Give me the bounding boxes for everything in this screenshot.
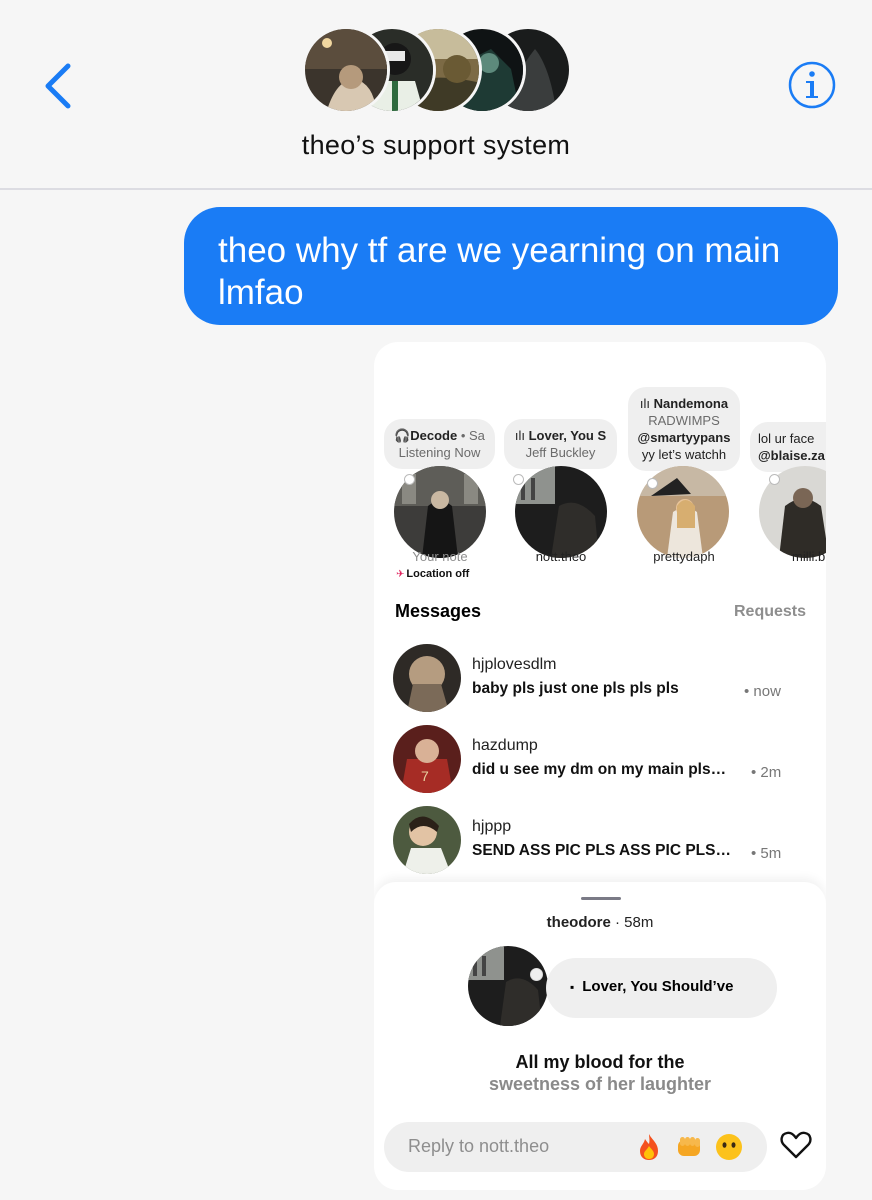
note-bubble: ılı Nandemona RADWIMPS @smartyypans yy l… [628,387,740,471]
reply-placeholder: Reply to nott.theo [408,1136,550,1156]
chevron-left-icon[interactable] [38,60,78,112]
thread-preview: did u see my dm on my main pls… [472,761,727,778]
no-mouth-emoji[interactable] [714,1132,744,1162]
avatar [393,644,461,712]
story-avatar[interactable] [515,466,607,558]
thread-time: • 5m [751,845,782,862]
note-artist: RADWIMPS [648,413,720,428]
sheet-grabber[interactable] [581,897,621,900]
note-artist: Jeff Buckley [525,445,596,460]
waveform-icon: ılı [514,428,529,443]
group-avatars[interactable] [302,26,572,114]
sent-message-bubble[interactable]: theo why tf are we yearning on main lmfa… [184,207,838,325]
lyric-line: sweetness of her laughter [488,1074,712,1094]
song-pill[interactable]: ▪ Lover, You Should’ve [546,958,777,1018]
note-connector-dot [769,474,780,485]
thread-preview: SEND ASS PIC PLS ASS PIC PLS… [472,842,731,859]
song-title: Lover, You Should’ve [582,978,734,995]
note-mention: @smartyypans [637,430,731,445]
reply-input[interactable]: Reply to nott.theo [384,1122,767,1172]
thread-preview: baby pls just one pls pls pls [472,680,679,697]
story-username: nott.theo [535,549,587,564]
note-author-name: theodore [546,914,611,931]
info-icon[interactable] [787,60,837,110]
location-label: Location off [406,568,470,580]
conversation-title[interactable]: theo’s support system [0,130,872,161]
music-note-icon: ▪ [570,980,575,994]
avatar: 7 [393,725,461,793]
headphones-icon: 🎧 [394,428,411,443]
fist-emoji[interactable] [674,1132,704,1162]
note-connector-dot [530,968,543,981]
story-username: Your note [412,549,468,564]
story-username: milli.b [792,549,826,564]
requests-link[interactable]: Requests [734,603,806,621]
thread-name: hjppp [472,818,512,835]
location-status: ✈ Location off [396,568,469,580]
thread-row[interactable]: hjplovesdlm baby pls just one pls pls pl… [374,642,826,714]
heart-icon[interactable] [779,1128,813,1162]
location-off-icon: ✈ [396,569,405,580]
note-time: · 58m [615,914,654,931]
note-status: Listening Now [398,445,481,460]
thread-time: • 2m [751,764,782,781]
note-bubble: 🎧Decode • Sa Listening Now [384,419,495,469]
note-song: Lover, You S [528,428,607,443]
thread-name: hazdump [472,737,538,754]
note-text: yy let’s watchh [641,447,727,462]
thread-time: • now [744,683,781,700]
note-bubble: lol ur face @blaise.za [750,422,826,472]
story-username: prettydaph [653,549,715,564]
avatar [393,806,461,874]
note-connector-dot [513,474,524,485]
thread-row[interactable]: 7 hazdump did u see my dm on my main pls… [374,723,826,795]
waveform-icon: ılı [639,396,654,411]
messages-heading: Messages [395,601,482,621]
note-author: theodore · 58m [374,914,826,931]
note-song: Nandemona [653,396,729,411]
note-mention: @blaise.za [758,448,825,463]
note-connector-dot [404,474,415,485]
thread-name: hjplovesdlm [472,656,557,673]
note-text: lol ur face [758,431,815,446]
svg-text:7: 7 [421,768,429,784]
group-avatar [302,26,390,114]
fire-emoji[interactable] [634,1132,664,1162]
thread-row[interactable]: hjppp SEND ASS PIC PLS ASS PIC PLS… • 5m [374,804,826,876]
note-artist: Sa [469,428,485,443]
note-connector-dot [647,478,658,489]
lyric-line: All my blood for the [515,1052,685,1072]
attached-screenshot[interactable]: 🎧Decode • Sa Listening Now ılı Lover, Yo… [374,342,826,1190]
avatar [468,946,548,1026]
note-song: Decode [410,428,458,443]
note-bubble: ılı Lover, You S Jeff Buckley [504,419,617,469]
note-sheet: theodore · 58m ▪ Lover, You Should’ve All… [374,882,826,1190]
conversation-header: theo’s support system [0,0,872,190]
